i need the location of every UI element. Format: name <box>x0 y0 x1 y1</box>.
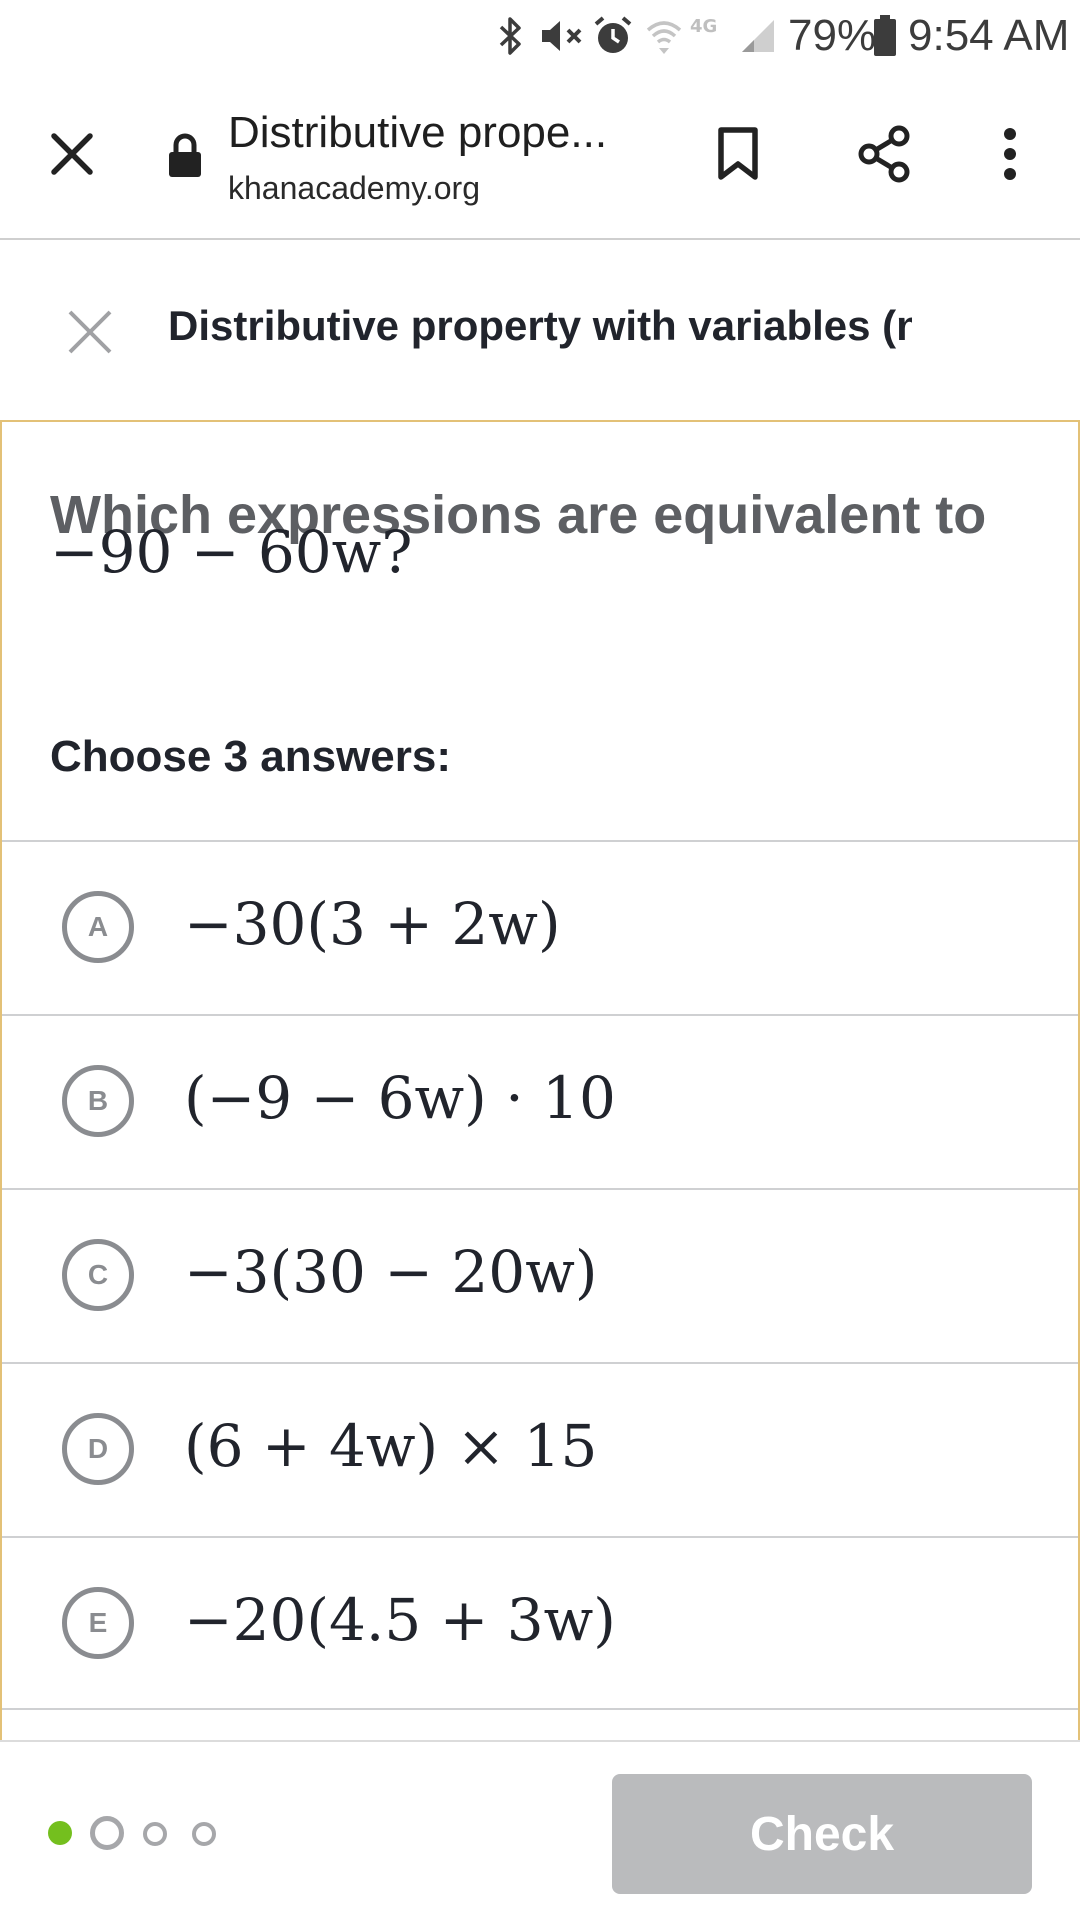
bookmark-button[interactable] <box>700 118 776 194</box>
page-url[interactable]: khanacademy.org <box>228 170 480 207</box>
signal-icon <box>738 14 778 58</box>
battery-icon <box>872 14 898 58</box>
question-panel: Which expressions are equivalent to −90 … <box>0 420 1080 1740</box>
lock-icon[interactable] <box>160 128 210 184</box>
wifi-icon <box>644 14 684 58</box>
progress-dot <box>192 1822 216 1846</box>
bluetooth-icon <box>496 14 526 58</box>
share-button[interactable] <box>846 118 922 194</box>
progress-dot-completed <box>48 1821 72 1845</box>
battery-percent: 79% <box>788 11 877 60</box>
choice-a[interactable]: A −30(3 + 2w) <box>2 840 1078 1014</box>
choice-expression: −20(4.5 + 3w) <box>184 1586 616 1654</box>
share-icon <box>855 124 913 189</box>
choice-letter-badge: C <box>62 1239 134 1311</box>
vibrate-mute-icon <box>536 14 586 58</box>
choice-expression: (−9 − 6w) · 10 <box>184 1064 616 1132</box>
check-button[interactable]: Check <box>612 1774 1032 1894</box>
exit-exercise-button[interactable] <box>60 304 120 364</box>
choice-letter-badge: D <box>62 1413 134 1485</box>
choice-b[interactable]: B (−9 − 6w) · 10 <box>2 1014 1078 1188</box>
close-icon <box>67 309 113 360</box>
progress-dot-current <box>90 1816 124 1850</box>
bottom-bar: Check <box>0 1740 1080 1920</box>
choice-letter-badge: A <box>62 891 134 963</box>
exercise-title: Distributive property with variables (n <box>168 302 912 349</box>
more-vert-icon <box>1002 127 1018 186</box>
choice-e[interactable]: E −20(4.5 + 3w) <box>2 1536 1078 1710</box>
choose-instruction: Choose 3 answers: <box>50 732 452 781</box>
choice-expression: −30(3 + 2w) <box>184 890 561 958</box>
progress-dot <box>143 1822 167 1846</box>
network-type: 4G <box>690 16 718 37</box>
bookmark-icon <box>716 126 760 187</box>
page-title[interactable]: Distributive prope... <box>228 108 607 158</box>
choice-expression: −3(30 − 20w) <box>184 1238 598 1306</box>
browser-toolbar: Distributive prope... khanacademy.org <box>0 72 1080 240</box>
choice-expression: (6 + 4w) × 15 <box>184 1412 598 1480</box>
exercise-header: Distributive property with variables (n <box>0 240 1080 420</box>
question-expression: −90 − 60w? <box>50 518 413 586</box>
more-options-button[interactable] <box>980 118 1040 194</box>
choice-letter-badge: E <box>62 1587 134 1659</box>
choice-d[interactable]: D (6 + 4w) × 15 <box>2 1362 1078 1536</box>
alarm-icon <box>590 14 636 58</box>
choice-letter-badge: B <box>62 1065 134 1137</box>
choice-c[interactable]: C −3(30 − 20w) <box>2 1188 1078 1362</box>
status-bar: 4G 79% 9:54 AM <box>0 0 1080 72</box>
close-icon <box>50 132 94 181</box>
close-tab-button[interactable] <box>36 120 108 192</box>
clock: 9:54 AM <box>908 11 1070 60</box>
